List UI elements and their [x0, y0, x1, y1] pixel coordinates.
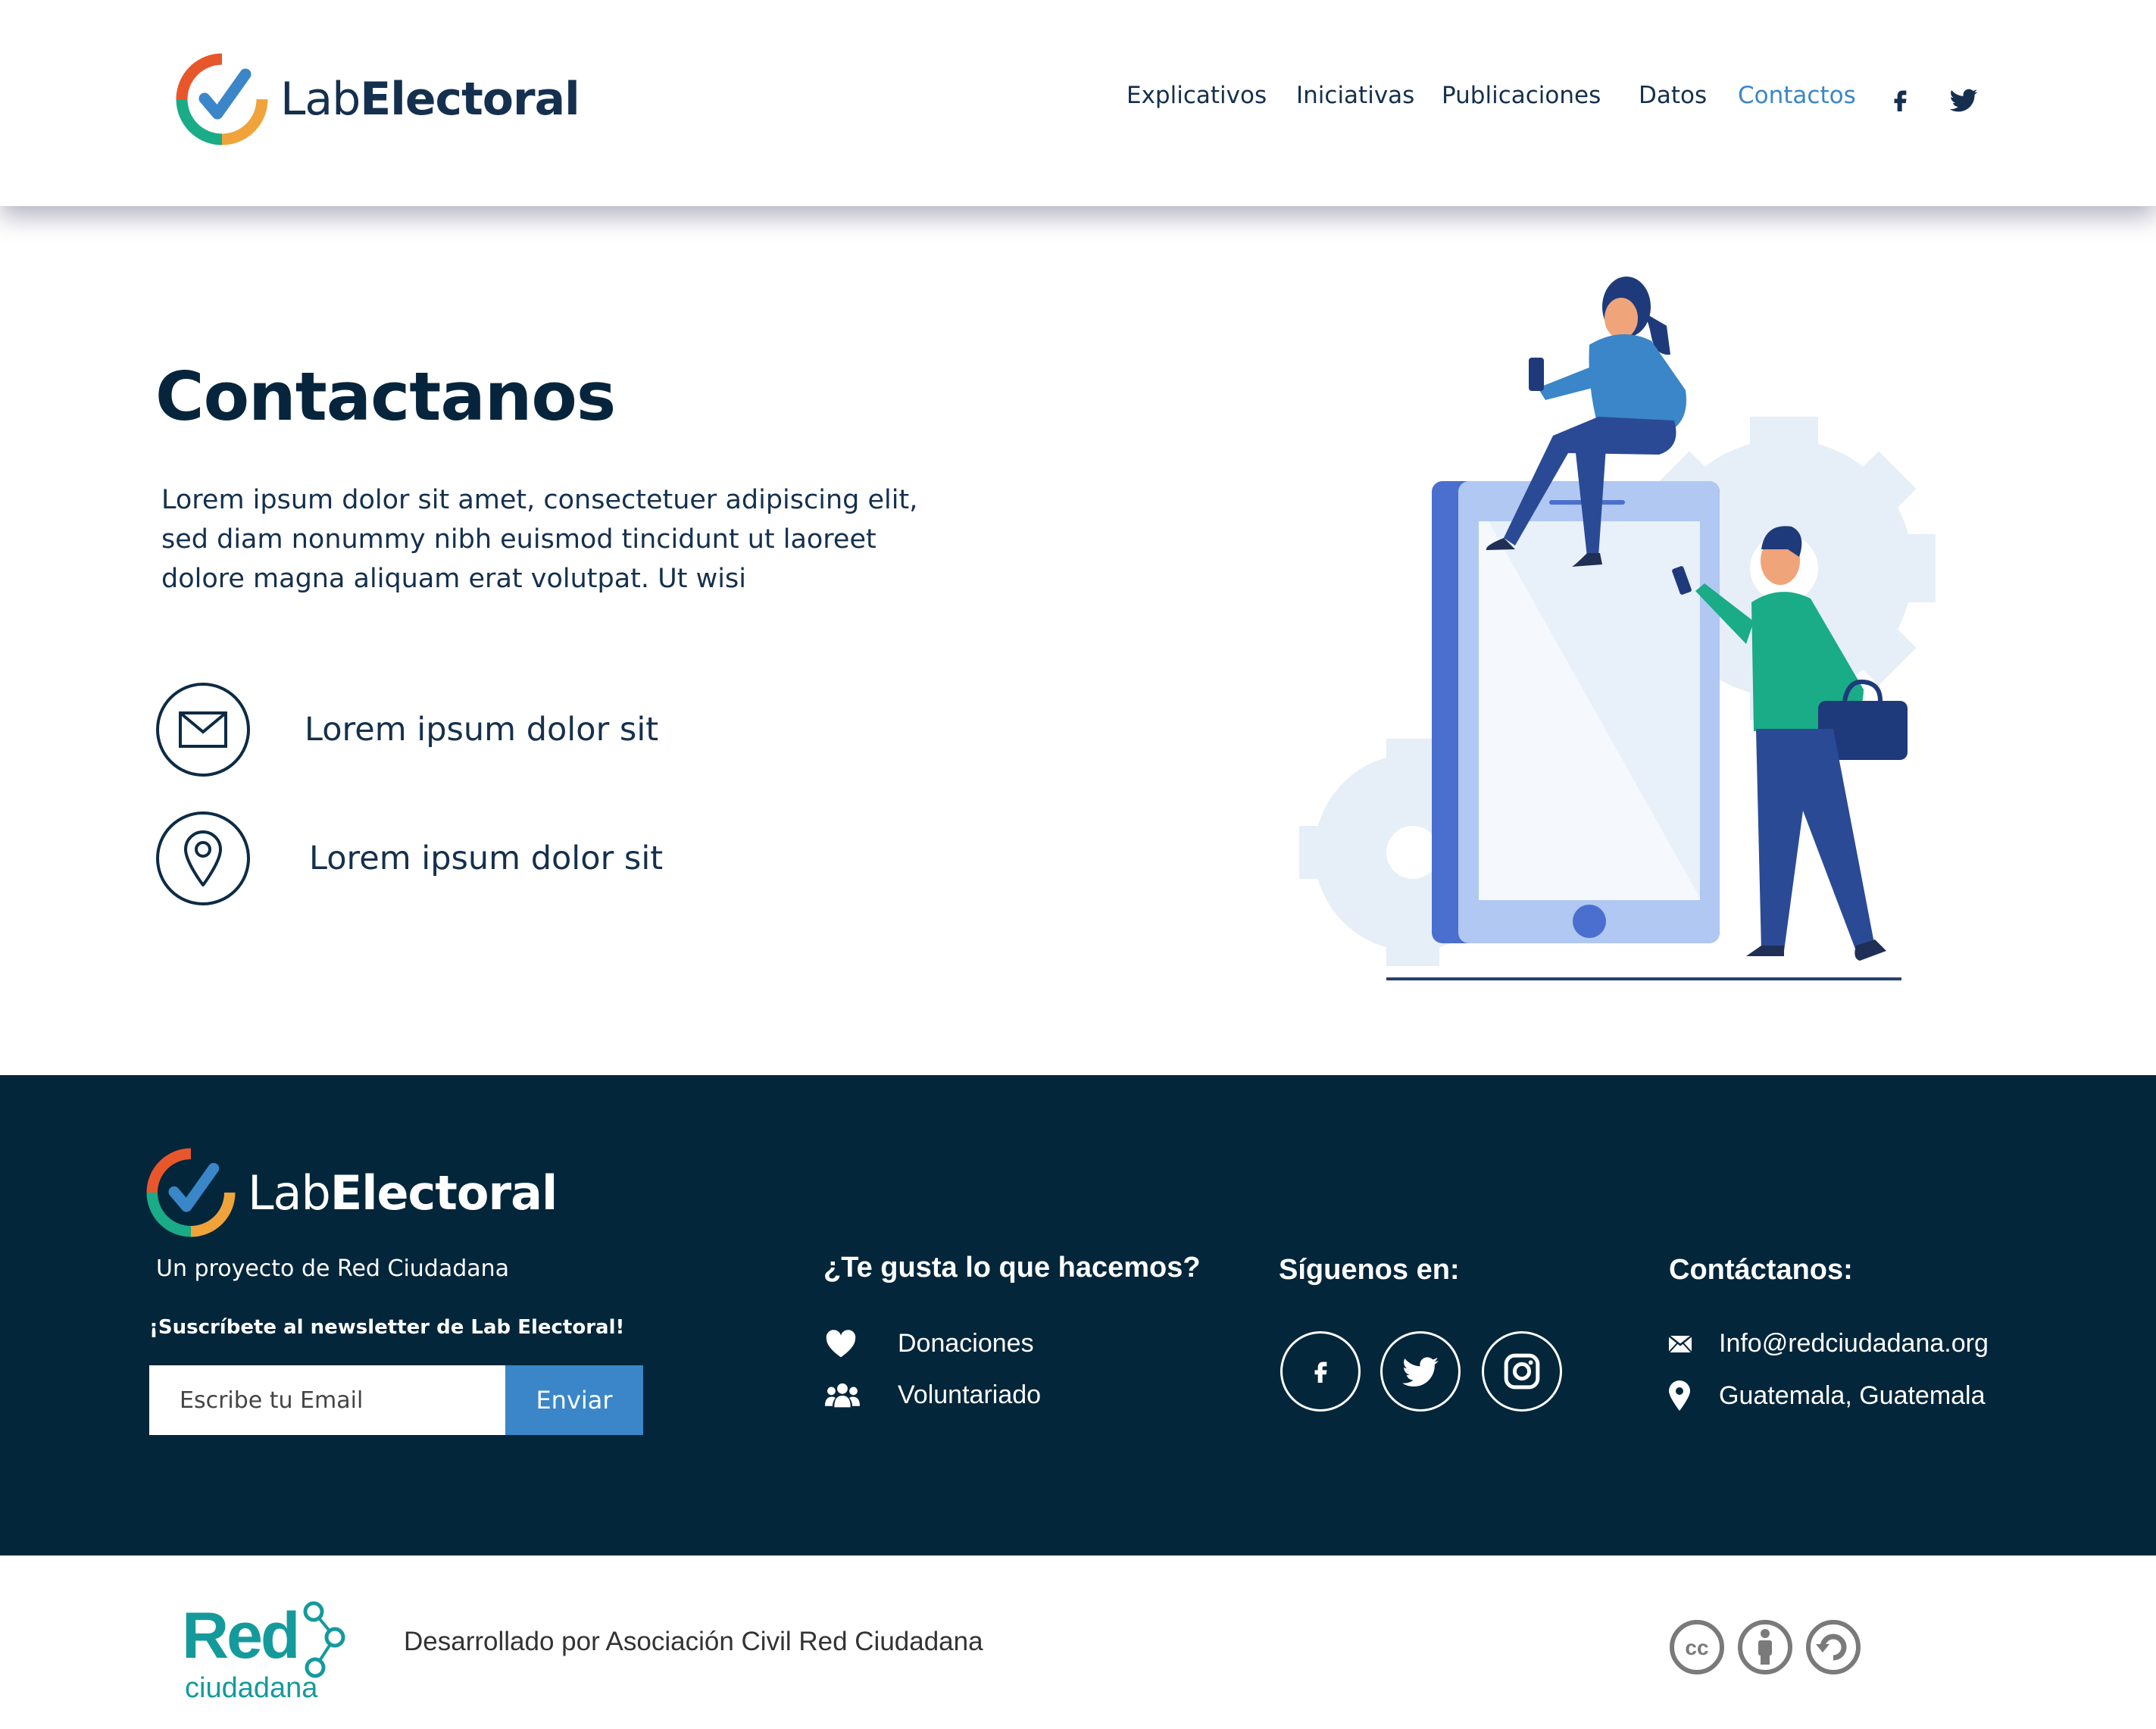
map-pin-icon [156, 811, 250, 905]
site-header: LabElectoral Explicativos Iniciativas Pu… [0, 0, 2156, 206]
logo-text-bold: Electoral [330, 1165, 558, 1221]
red-logo-word: Red [182, 1601, 298, 1672]
nav-iniciativas[interactable]: Iniciativas [1296, 82, 1414, 109]
page-title: Contactanos [155, 358, 616, 436]
follow-heading: Síguenos en: [1279, 1254, 1460, 1286]
facebook-icon[interactable] [1280, 1331, 1361, 1412]
contact-email-link[interactable]: Info@redciudadana.org [1669, 1329, 1989, 1358]
bottom-bar: Red ciudadana Desarrollado por Asociació… [0, 1555, 2156, 1729]
contact-email-text: Info@redciudadana.org [1719, 1329, 1989, 1358]
contact-email-text: Lorem ipsum dolor sit [305, 711, 659, 749]
contact-heading: Contáctanos: [1669, 1254, 1853, 1286]
contact-location: Guatemala, Guatemala [1669, 1380, 1986, 1411]
main-nav: Explicativos Iniciativas Publicaciones D… [0, 82, 2156, 120]
contact-location-row: Lorem ipsum dolor sit [156, 811, 663, 905]
facebook-icon[interactable] [1885, 85, 1915, 115]
contact-location-text: Lorem ipsum dolor sit [309, 839, 664, 877]
sa-icon [1806, 1620, 1861, 1674]
support-heading: ¿Te gusta lo que hacemos? [823, 1252, 1201, 1283]
cc-icon: cc [1670, 1620, 1724, 1674]
newsletter-email-input[interactable] [149, 1365, 505, 1435]
instagram-icon[interactable] [1482, 1331, 1562, 1412]
contact-illustration [1299, 277, 1936, 980]
contact-location-text: Guatemala, Guatemala [1719, 1380, 1986, 1410]
volunteer-label: Voluntariado [898, 1380, 1042, 1409]
description-line: sed diam nonummy nibh euismod tincidunt … [161, 524, 876, 555]
description-line: Lorem ipsum dolor sit amet, consectetuer… [161, 485, 918, 515]
nav-datos[interactable]: Datos [1639, 82, 1707, 109]
nav-publicaciones[interactable]: Publicaciones [1442, 82, 1601, 109]
contact-email-row: Lorem ipsum dolor sit [156, 683, 658, 777]
footer-tagline: Un proyecto de Red Ciudadana [156, 1255, 510, 1282]
twitter-icon[interactable] [1380, 1331, 1461, 1412]
people-icon [825, 1381, 898, 1410]
donations-link[interactable]: Donaciones [825, 1329, 1034, 1358]
labelectoral-logo-icon [146, 1148, 236, 1237]
logo-text-light: Lab [248, 1165, 331, 1221]
newsletter-form: Enviar [149, 1365, 643, 1435]
nav-contactos[interactable]: Contactos [1738, 82, 1856, 109]
map-pin-icon [1669, 1380, 1719, 1411]
page-description: Lorem ipsum dolor sit amet, consectetuer… [161, 480, 919, 599]
by-icon [1738, 1620, 1792, 1674]
nav-explicativos[interactable]: Explicativos [1126, 82, 1267, 109]
newsletter-submit-button[interactable]: Enviar [505, 1365, 643, 1435]
site-footer: LabElectoral Un proyecto de Red Ciudadan… [0, 1075, 2156, 1555]
red-ciudadana-logo[interactable]: Red ciudadana [180, 1601, 347, 1729]
svg-text:cc: cc [1685, 1636, 1708, 1659]
envelope-icon [1669, 1335, 1719, 1352]
envelope-icon [156, 683, 250, 777]
license-badges[interactable]: cc [1669, 1619, 1861, 1675]
newsletter-label: ¡Suscríbete al newsletter de Lab Elector… [149, 1316, 625, 1339]
description-line: dolore magna aliquam erat volutpat. Ut w… [161, 564, 746, 594]
heart-icon [825, 1329, 898, 1358]
footer-logo[interactable]: LabElectoral [146, 1148, 558, 1237]
volunteer-link[interactable]: Voluntariado [825, 1380, 1041, 1410]
donations-label: Donaciones [898, 1329, 1034, 1358]
developer-credit: Desarrollado por Asociación Civil Red Ci… [404, 1627, 983, 1656]
twitter-icon[interactable] [1948, 85, 1979, 115]
red-logo-subword: ciudadana [185, 1672, 318, 1704]
